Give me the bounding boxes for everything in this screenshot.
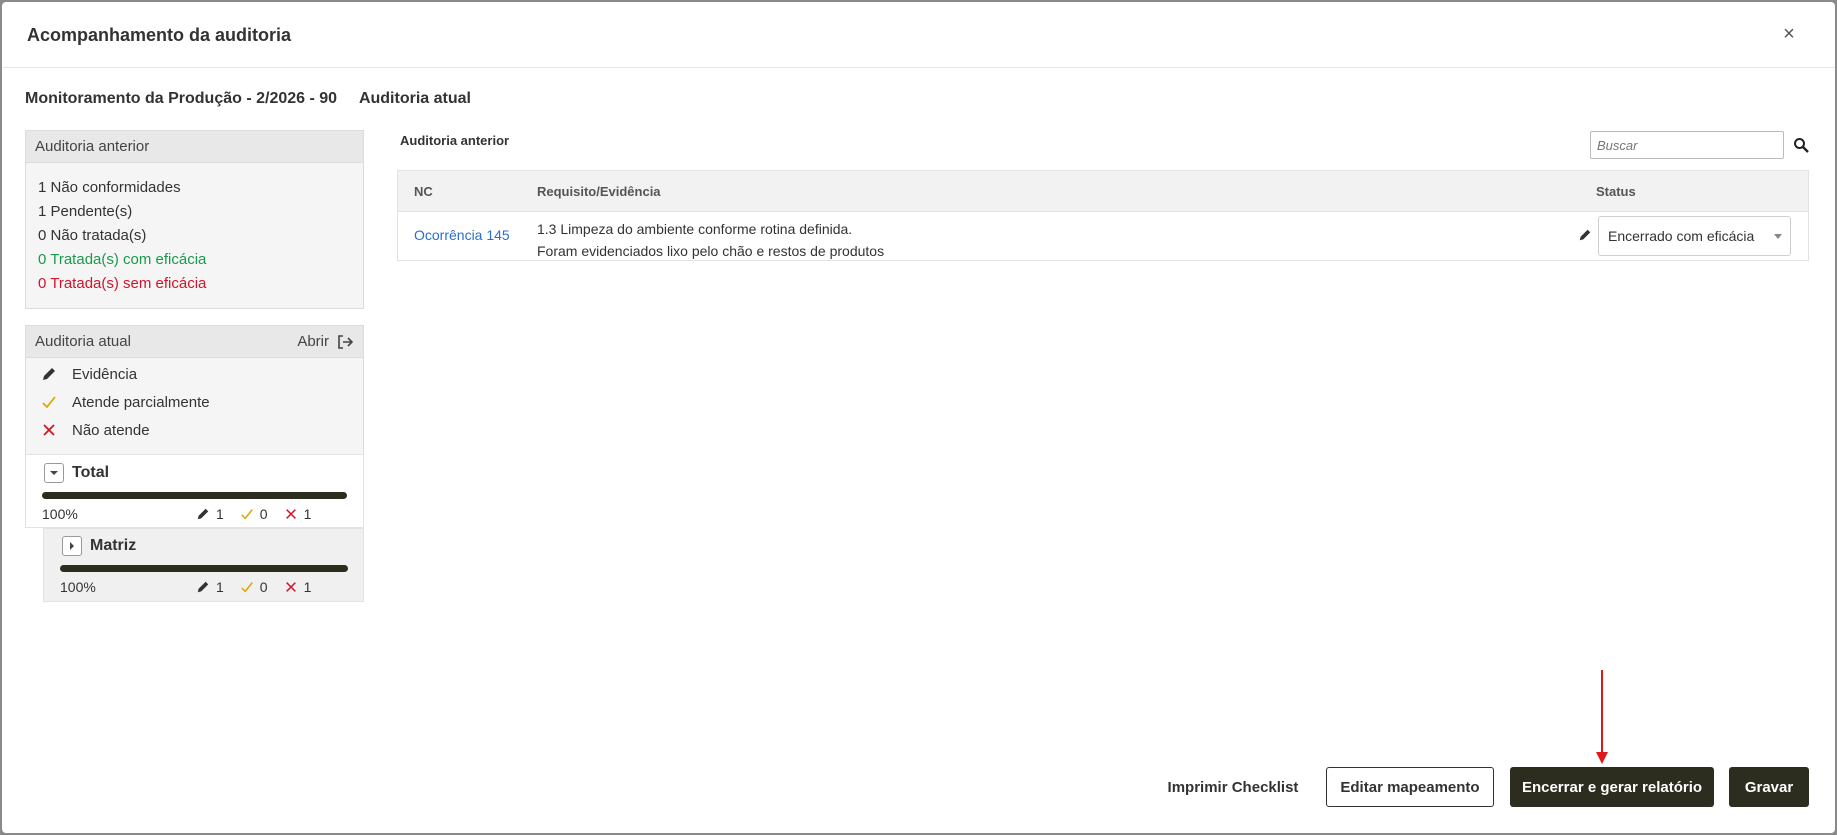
modal-title: Acompanhamento da auditoria: [27, 25, 292, 45]
stat-nonconformities: 1 Não conformidades: [38, 179, 181, 196]
legend-fail: Não atende: [26, 416, 363, 444]
check-icon: [240, 509, 253, 520]
status-select[interactable]: Encerrado com eficácia: [1598, 216, 1791, 256]
section-label: Auditoria anterior: [400, 133, 510, 148]
count-summary: 1 0 1: [196, 579, 311, 595]
check-icon: [38, 394, 60, 410]
check-icon: [240, 582, 253, 593]
chevron-down-icon: [50, 471, 58, 475]
pencil-icon: [38, 366, 60, 382]
chevron-down-icon: [1774, 234, 1782, 239]
table-header: NC Requisito/Evidência Status: [398, 171, 1808, 211]
x-icon: [38, 422, 60, 438]
search-icon[interactable]: [1793, 137, 1809, 153]
evidence-text: Foram evidenciados lixo pelo chão e rest…: [537, 243, 885, 259]
column-requirement: Requisito/Evidência: [537, 184, 661, 199]
current-audit-label: Auditoria atual: [358, 90, 471, 107]
nc-table: NC Requisito/Evidência Status Ocorrência…: [397, 170, 1809, 261]
previous-audit-stats: 1 Não conformidades 1 Pendente(s) 0 Não …: [26, 163, 363, 296]
legend-label: Não atende: [72, 421, 150, 439]
partial-count: 0: [259, 506, 268, 522]
fail-count: 1: [303, 506, 312, 522]
modal-header: Acompanhamento da auditoria ×: [2, 2, 1835, 68]
requirement-cell: 1.3 Limpeza do ambiente conforme rotina …: [537, 218, 884, 262]
requirement-text: 1.3 Limpeza do ambiente conforme rotina …: [537, 221, 853, 237]
exit-icon: [338, 334, 353, 349]
collapse-toggle[interactable]: [44, 463, 64, 483]
legend-label: Atende parcialmente: [72, 393, 210, 411]
progress-bar: [60, 565, 348, 572]
percent-label: 100%: [42, 506, 78, 522]
pencil-icon: [197, 581, 209, 593]
tree-node-label: Matriz: [90, 537, 137, 554]
open-label: Abrir: [297, 333, 329, 350]
stat-treated-ineffective: 0 Tratada(s) sem eficácia: [38, 275, 207, 292]
x-icon: [285, 582, 296, 592]
open-audit-link[interactable]: Abrir: [297, 326, 353, 357]
evidence-count: 1: [216, 579, 224, 595]
status-value: Encerrado com eficácia: [1608, 228, 1755, 244]
stat-untreated: 0 Não tratada(s): [38, 227, 147, 244]
close-button[interactable]: ×: [1777, 22, 1801, 46]
legend-evidence: Evidência: [26, 360, 363, 388]
process-title: Monitoramento da Produção - 2/2026 - 90: [25, 90, 338, 107]
x-icon: [285, 509, 296, 519]
save-button[interactable]: Gravar: [1729, 767, 1809, 807]
close-and-report-button[interactable]: Encerrar e gerar relatório: [1510, 767, 1714, 807]
percent-label: 100%: [60, 579, 96, 595]
fail-count: 1: [303, 579, 312, 595]
annotation-arrow: [1596, 670, 1608, 764]
legend-partial: Atende parcialmente: [26, 388, 363, 416]
progress-bar: [42, 492, 347, 499]
tree-node-total: Total 100% 1 0 1: [25, 454, 364, 528]
print-checklist-button[interactable]: Imprimir Checklist: [1160, 767, 1306, 807]
expand-toggle[interactable]: [62, 536, 82, 556]
stat-pending: 1 Pendente(s): [38, 203, 133, 220]
current-audit-title: Auditoria atual: [35, 333, 131, 350]
subheader: Monitoramento da Produção - 2/2026 - 90 …: [25, 90, 489, 108]
pencil-icon[interactable]: [1578, 228, 1592, 242]
tree-node-matriz: Matriz 100% 1 0 1: [43, 528, 364, 602]
legend-label: Evidência: [72, 365, 138, 383]
current-audit-header: Auditoria atual Abrir: [26, 326, 363, 358]
occurrence-link[interactable]: Ocorrência 145: [414, 227, 510, 243]
column-nc: NC: [414, 184, 433, 199]
edit-mapping-button[interactable]: Editar mapeamento: [1326, 767, 1494, 807]
previous-audit-title: Auditoria anterior: [26, 131, 363, 163]
pencil-icon: [197, 508, 209, 520]
evidence-count: 1: [216, 506, 224, 522]
column-status: Status: [1596, 184, 1636, 199]
partial-count: 0: [259, 579, 268, 595]
previous-audit-panel: Auditoria anterior 1 Não conformidades 1…: [25, 130, 364, 309]
chevron-right-icon: [70, 542, 74, 550]
table-row: Ocorrência 145 1.3 Limpeza do ambiente c…: [398, 211, 1808, 260]
stat-treated-effective: 0 Tratada(s) com eficácia: [38, 251, 207, 268]
count-summary: 1 0 1: [196, 506, 311, 522]
tree-node-label: Total: [72, 464, 110, 481]
search-input[interactable]: [1590, 131, 1784, 159]
